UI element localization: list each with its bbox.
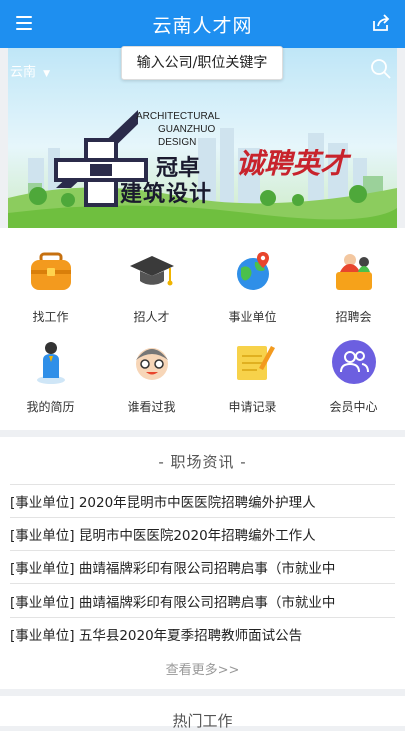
search-icon[interactable] bbox=[370, 58, 392, 80]
globe-icon bbox=[236, 252, 269, 290]
shortcut-label: 我的简历 bbox=[26, 400, 75, 414]
company-name-cn-2: 建筑设计 bbox=[120, 182, 213, 207]
top-bar: 云南人才网 bbox=[0, 0, 405, 48]
section-heading: - 职场资讯 - bbox=[158, 453, 247, 471]
viewer-face-icon bbox=[135, 348, 168, 380]
shortcut-find-job[interactable]: 找工作 bbox=[0, 248, 101, 325]
company-name-en: ARCHITECTURAL GUANZHUO DESIGN bbox=[136, 110, 220, 149]
caret-down-icon: ▼ bbox=[43, 69, 51, 79]
shortcut-label: 会员中心 bbox=[329, 400, 378, 414]
briefcase-icon bbox=[30, 252, 71, 290]
banner-slogan: 诚聘英才 bbox=[236, 147, 349, 180]
company-en-line-1: ARCHITECTURAL bbox=[136, 111, 220, 122]
notepad-icon bbox=[236, 346, 275, 380]
view-more-link[interactable]: 查看更多>> bbox=[0, 659, 405, 678]
app-title: 云南人才网 bbox=[152, 15, 253, 37]
company-en-line-3: DESIGN bbox=[158, 137, 197, 148]
divider bbox=[10, 583, 395, 584]
shortcut-institutions[interactable]: 事业单位 bbox=[202, 248, 303, 325]
news-item[interactable]: [事业单位] 五华县2020年夏季招聘教师面试公告 bbox=[10, 624, 395, 644]
shortcut-who-viewed-me[interactable]: 谁看过我 bbox=[101, 338, 202, 415]
shortcut-label: 招人才 bbox=[133, 310, 170, 324]
graduation-cap-icon bbox=[129, 256, 174, 286]
section-heading: 热门工作 bbox=[172, 712, 233, 730]
person-icon bbox=[36, 342, 65, 384]
news-item[interactable]: [事业单位] 昆明市中医医院2020年招聘编外工作人 bbox=[10, 524, 395, 544]
share-icon[interactable] bbox=[371, 13, 391, 33]
shortcut-label: 事业单位 bbox=[228, 310, 277, 324]
shortcut-label: 找工作 bbox=[32, 310, 69, 324]
shortcut-grid: 找工作 招人才 事业单位 招聘会 我的简历 谁看过我 申请记录 会员中心 bbox=[0, 228, 405, 430]
shortcut-label: 谁看过我 bbox=[127, 400, 176, 414]
members-icon bbox=[331, 340, 376, 384]
divider bbox=[10, 550, 395, 551]
divider bbox=[10, 617, 395, 618]
job-fair-icon bbox=[335, 254, 372, 290]
hot-jobs-section: 热门工作 bbox=[0, 696, 405, 730]
divider bbox=[10, 484, 395, 485]
shortcut-my-resume[interactable]: 我的简历 bbox=[0, 338, 101, 415]
shortcut-hire[interactable]: 招人才 bbox=[101, 248, 202, 325]
shortcut-application-records[interactable]: 申请记录 bbox=[202, 338, 303, 415]
search-input[interactable]: 输入公司/职位关键字 bbox=[121, 46, 283, 80]
location-selector[interactable]: 云南 ▼ bbox=[10, 61, 50, 80]
news-item[interactable]: [事业单位] 曲靖福牌彩印有限公司招聘启事（市就业中 bbox=[10, 591, 395, 611]
shortcut-member-center[interactable]: 会员中心 bbox=[303, 338, 404, 415]
news-item[interactable]: [事业单位] 2020年昆明市中医医院招聘编外护理人 bbox=[10, 491, 395, 511]
company-en-line-2: GUANZHUO bbox=[158, 124, 216, 135]
location-label: 云南 bbox=[10, 65, 37, 80]
divider bbox=[10, 517, 395, 518]
shortcut-label: 申请记录 bbox=[228, 400, 277, 414]
shortcut-label: 招聘会 bbox=[335, 310, 372, 324]
shortcut-job-fair[interactable]: 招聘会 bbox=[303, 248, 404, 325]
career-news-section: - 职场资讯 - [事业单位] 2020年昆明市中医医院招聘编外护理人 [事业单… bbox=[0, 437, 405, 689]
news-item[interactable]: [事业单位] 曲靖福牌彩印有限公司招聘启事（市就业中 bbox=[10, 557, 395, 577]
